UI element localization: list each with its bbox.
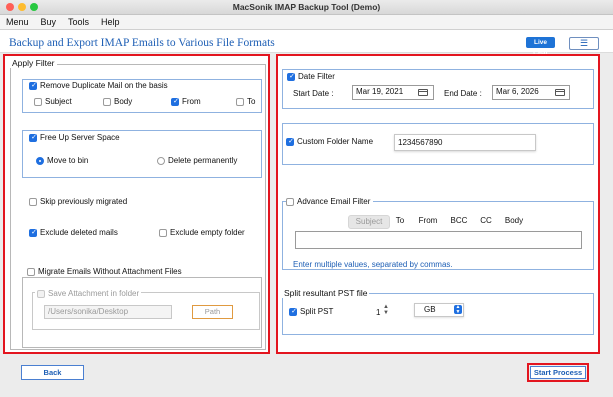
radio-icon: [36, 156, 44, 165]
filter-tab-to[interactable]: To: [391, 216, 409, 225]
custom-folder-checkbox[interactable]: Custom Folder Name: [286, 137, 373, 146]
title-bar: MacSonik IMAP Backup Tool (Demo): [0, 0, 613, 15]
checkbox-icon: [236, 97, 244, 106]
checkbox-icon: [289, 307, 298, 316]
chevron-down-icon[interactable]: ▼: [383, 310, 389, 316]
advance-filter-checkbox[interactable]: Advance Email Filter: [286, 197, 374, 207]
filter-tab-from[interactable]: From: [416, 216, 440, 225]
checkbox-icon: [286, 137, 295, 146]
duplicate-subject-checkbox[interactable]: Subject: [34, 97, 72, 106]
filter-tab-bcc[interactable]: BCC: [449, 216, 469, 225]
move-to-bin-radio[interactable]: Move to bin: [36, 156, 88, 165]
checkbox-icon: [37, 289, 45, 298]
radio-icon: [157, 156, 165, 165]
split-size-stepper[interactable]: ▲ ▼: [382, 304, 390, 316]
path-button[interactable]: Path: [192, 305, 233, 319]
exclude-deleted-checkbox[interactable]: Exclude deleted mails: [29, 228, 118, 237]
checkbox-icon: [29, 81, 38, 90]
page-title: Backup and Export IMAP Emails to Various…: [9, 37, 275, 49]
split-pst-checkbox[interactable]: Split PST: [289, 307, 333, 316]
checkbox-icon: [103, 97, 111, 106]
back-button[interactable]: Back: [21, 365, 84, 380]
checkbox-icon: [159, 228, 167, 237]
save-attachment-checkbox[interactable]: Save Attachment in folder: [35, 289, 142, 299]
duplicate-from-checkbox[interactable]: From: [171, 97, 201, 106]
options-panel: Date Filter Start Date : Mar 19, 2021 En…: [276, 54, 600, 354]
menu-item-tools[interactable]: Tools: [62, 15, 95, 29]
advance-filter-input[interactable]: [295, 231, 582, 249]
calendar-icon[interactable]: [555, 89, 565, 96]
select-arrow-icon[interactable]: ▲ ▼: [454, 305, 462, 314]
hamburger-menu-button[interactable]: ☰: [569, 37, 599, 50]
hamburger-icon: ☰: [579, 38, 589, 48]
start-process-button[interactable]: Start Process: [530, 366, 586, 379]
checkbox-icon: [29, 228, 38, 237]
migrate-without-attachment-checkbox[interactable]: Migrate Emails Without Attachment Files: [25, 267, 184, 277]
filter-tab-cc[interactable]: CC: [478, 216, 494, 225]
checkbox-icon: [287, 72, 296, 81]
calendar-icon[interactable]: [418, 89, 428, 96]
duplicate-body-checkbox[interactable]: Body: [103, 97, 132, 106]
menu-bar: Menu Buy Tools Help: [0, 15, 613, 30]
end-date-label: End Date :: [444, 89, 482, 98]
apply-filter-legend: Apply Filter: [10, 58, 57, 68]
attachment-path-field[interactable]: /Users/sonika/Desktop: [44, 305, 172, 319]
window-title: MacSonik IMAP Backup Tool (Demo): [232, 2, 381, 12]
skip-migrated-checkbox[interactable]: Skip previously migrated: [29, 197, 127, 206]
split-size-value[interactable]: 1: [376, 308, 380, 317]
checkbox-icon: [27, 267, 35, 276]
date-filter-checkbox[interactable]: Date Filter: [287, 72, 338, 82]
checkbox-icon: [34, 97, 42, 106]
app-header: Backup and Export IMAP Emails to Various…: [0, 30, 613, 57]
checkbox-icon: [29, 133, 38, 142]
menu-item-menu[interactable]: Menu: [0, 15, 35, 29]
exclude-empty-folder-checkbox[interactable]: Exclude empty folder: [159, 228, 245, 237]
apply-filter-panel: Apply Filter Remove Duplicate Mail on th…: [3, 54, 270, 354]
checkbox-icon: [286, 197, 294, 206]
free-up-server-checkbox[interactable]: Free Up Server Space: [29, 133, 120, 142]
duplicate-to-checkbox[interactable]: To: [236, 97, 255, 106]
live-chat-button[interactable]: Live Chat: [526, 37, 555, 57]
checkbox-icon: [29, 197, 37, 206]
filter-tab-subject[interactable]: Subject: [348, 215, 390, 229]
menu-item-buy[interactable]: Buy: [35, 15, 63, 29]
custom-folder-input[interactable]: 1234567890: [394, 134, 536, 151]
remove-duplicate-checkbox[interactable]: Remove Duplicate Mail on the basis: [29, 81, 168, 90]
split-pst-legend: Split resultant PST file: [282, 288, 370, 298]
checkbox-icon: [171, 97, 180, 106]
filter-tab-body[interactable]: Body: [502, 216, 526, 225]
start-date-label: Start Date :: [293, 89, 334, 98]
delete-permanently-radio[interactable]: Delete permanently: [157, 156, 237, 165]
advance-filter-hint: Enter multiple values, separated by comm…: [293, 260, 453, 269]
menu-item-help[interactable]: Help: [95, 15, 126, 29]
